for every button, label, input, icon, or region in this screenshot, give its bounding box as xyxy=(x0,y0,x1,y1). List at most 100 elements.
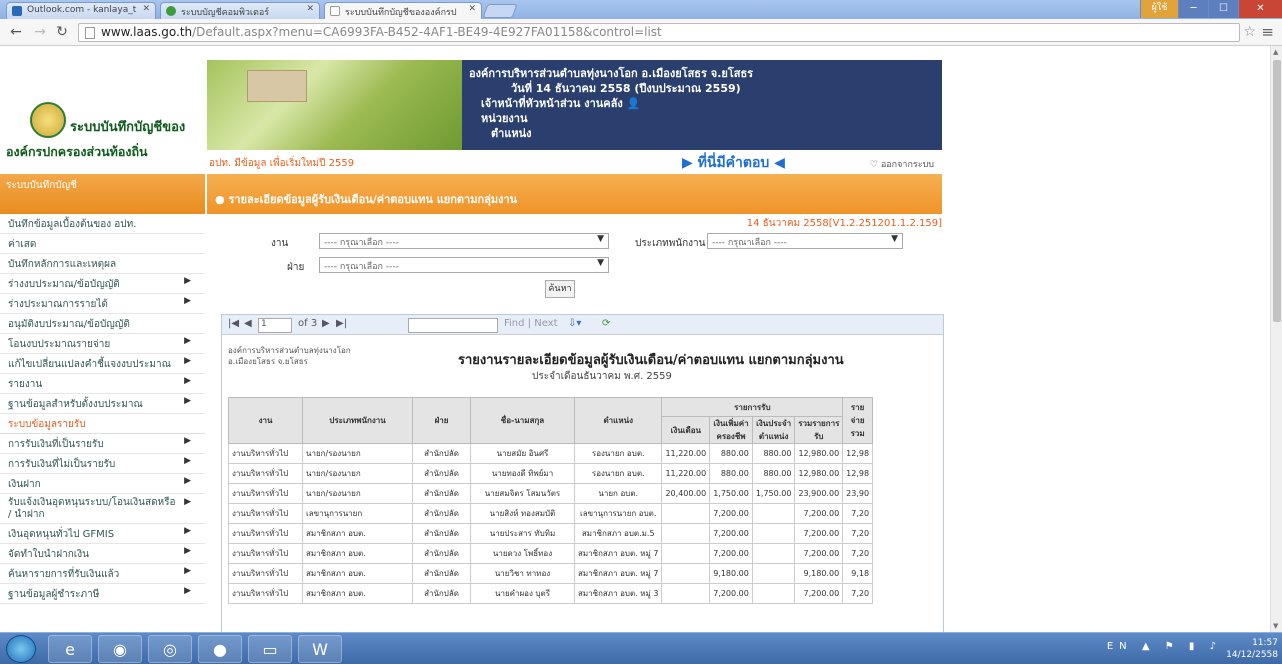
sidebar-header: ระบบบันทึกบัญชี xyxy=(0,174,205,214)
sidebar-item-label: ร่างประมาณการรายได้ xyxy=(8,299,108,310)
find-next-link[interactable]: Find | Next xyxy=(504,318,558,329)
close-tab-icon[interactable]: ✕ xyxy=(306,4,314,14)
sidebar-item[interactable]: ฐานข้อมูลผู้ชำระภาษี ▶ xyxy=(0,584,205,604)
tab-label: ระบบบัญชีคอมพิวเตอร์ xyxy=(181,8,270,18)
table-cell-type: นายก/รองนายก xyxy=(302,483,413,504)
sidebar-item[interactable]: จัดทำใบนำฝากเงิน ▶ xyxy=(0,544,205,564)
clock[interactable]: 11:57 14/12/2558 xyxy=(1226,637,1278,661)
menu-icon[interactable]: ≡ xyxy=(1261,23,1274,41)
back-arrow-icon[interactable]: ← xyxy=(6,24,26,40)
tab-active[interactable]: ระบบบันทึกบัญชีขององค์กรป ✕ xyxy=(324,2,482,19)
select-value: ---- กรุณาเลือก ---- xyxy=(324,238,399,248)
find-input[interactable] xyxy=(408,318,498,333)
firefox-icon[interactable]: ● xyxy=(198,635,242,663)
col-header: รวมรายการรับ xyxy=(794,416,844,444)
tab-outlook[interactable]: Outlook.com - kanlaya_t ✕ xyxy=(6,2,156,19)
tab-laas[interactable]: ระบบบัญชีคอมพิวเตอร์ ✕ xyxy=(160,2,320,19)
first-page-icon[interactable]: |◀ xyxy=(228,318,239,329)
sidebar-item[interactable]: บันทึกหลักการและเหตุผล xyxy=(0,254,205,274)
table-cell-c1 xyxy=(661,503,711,524)
tray-arrow-icon[interactable]: ▲ xyxy=(1142,641,1156,652)
chrome-icon[interactable]: ◎ xyxy=(148,635,192,663)
scroll-up-icon[interactable]: ▲ xyxy=(1273,48,1278,56)
table-row: งานบริหารทั่วไป เลขานุการนายก สำนักปลัด นาย… xyxy=(228,503,874,524)
export-icon[interactable]: ⇩▾ xyxy=(568,318,581,329)
refresh-icon[interactable]: ⟳ xyxy=(602,318,610,329)
web-page: ระบบบันทึกบัญชีของ องค์กรปกครองส่วนท้องถ… xyxy=(0,46,1270,632)
table-cell-c1 xyxy=(661,563,711,584)
page-scrollbar[interactable]: ▲ ▼ xyxy=(1270,46,1282,632)
url-bar[interactable]: www.laas.go.th/Default.aspx?menu=CA6993F… xyxy=(78,23,1240,42)
prev-page-icon[interactable]: ◀ xyxy=(244,318,252,329)
url-path: /Default.aspx?menu=CA6993FA-B452-4AF1-BE… xyxy=(192,25,662,39)
new-tab-button[interactable] xyxy=(482,4,518,18)
sidebar-item[interactable]: ร่างประมาณการรายได้ ▶ xyxy=(0,294,205,314)
next-page-icon[interactable]: ▶ xyxy=(322,318,330,329)
sidebar-item[interactable]: รายงาน ▶ xyxy=(0,374,205,394)
flag-icon[interactable]: ⚑ xyxy=(1165,641,1180,652)
close-tab-icon[interactable]: ✕ xyxy=(142,4,150,14)
bookmark-star-icon[interactable]: ☆ xyxy=(1243,24,1256,40)
sidebar-item-label: ร่างงบประมาณ/ข้อบัญญัติ xyxy=(8,279,120,290)
forward-arrow-icon[interactable]: → xyxy=(30,24,50,40)
ie-icon[interactable]: e xyxy=(48,635,92,663)
scroll-thumb[interactable] xyxy=(1273,60,1281,322)
report-title: รายงานรายละเอียดข้อมูลผู้รับเงินเดือน/ค่… xyxy=(458,353,844,368)
sidebar-item[interactable]: ค่าเสด xyxy=(0,234,205,254)
profile-button[interactable]: ผู้ใช้ xyxy=(1140,0,1178,18)
sidebar-item[interactable]: บันทึกข้อมูลเบื้องต้นของ อปท. xyxy=(0,214,205,234)
table-cell-job: งานบริหารทั่วไป xyxy=(228,543,303,564)
table-row: งานบริหารทั่วไป สมาชิกสภา อบต. สำนักปลัด นา… xyxy=(228,563,874,584)
maximize-button[interactable]: ☐ xyxy=(1208,0,1238,18)
page-number-input[interactable]: 1 xyxy=(258,318,292,333)
table-row: งานบริหารทั่วไป สมาชิกสภา อบต. สำนักปลัด นา… xyxy=(228,583,874,604)
windows-taskbar: e ◉ ◎ ● ▭ W EN ▲ ⚑ ▮ ♪ 11:57 14/12/2558 xyxy=(0,632,1282,664)
volume-icon[interactable]: ♪ xyxy=(1210,641,1222,652)
col-header: เงินประจำตำแหน่ง xyxy=(751,416,796,444)
media-player-icon[interactable]: ◉ xyxy=(98,635,142,663)
sidebar-item-label: ฐานข้อมูลสำหรับตั้งงบประมาณ xyxy=(8,399,143,410)
table-cell-pos: สมาชิกสภา อบต. หมู่ 3 xyxy=(573,583,663,604)
job-filter-label: งาน xyxy=(271,238,289,249)
sidebar-item[interactable]: แก้ไขเปลี่ยนแปลงคำชี้แจงงบประมาณ ▶ xyxy=(0,354,205,374)
sidebar-item[interactable]: รับแจ้งเงินอุดหนุนระบบ/โอนเงินสดหรือ / น… xyxy=(0,494,205,524)
system-tray: EN ▲ ⚑ ▮ ♪ xyxy=(1107,641,1222,652)
faq-link[interactable]: ▶ ที่นี่มีคำตอบ ◀ xyxy=(682,152,785,174)
page-icon xyxy=(85,27,95,39)
sidebar-item[interactable]: โอนงบประมาณรายจ่าย ▶ xyxy=(0,334,205,354)
sidebar-item[interactable]: เงินอุดหนุนทั่วไป GFMIS ▶ xyxy=(0,524,205,544)
sidebar-item[interactable]: ร่างงบประมาณ/ข้อบัญญัติ ▶ xyxy=(0,274,205,294)
reload-icon[interactable]: ↻ xyxy=(52,24,72,40)
table-cell-name: นายวิชา ทาทอง xyxy=(470,563,575,584)
sidebar-item-label: การรับเงินที่ไม่เป็นรายรับ xyxy=(8,459,116,470)
table-cell-type: นายก/รองนายก xyxy=(302,443,413,464)
table-cell-c4: 12,980.00 xyxy=(794,463,844,484)
sidebar-item[interactable]: ค้นหารายการที่รับเงินแล้ว ▶ xyxy=(0,564,205,584)
start-button[interactable] xyxy=(6,635,36,663)
clock-date: 14/12/2558 xyxy=(1226,650,1278,660)
site-logo[interactable]: ระบบบันทึกบัญชีของ องค์กรปกครองส่วนท้องถ… xyxy=(0,46,205,174)
sidebar-item[interactable]: ฐานข้อมูลสำหรับตั้งงบประมาณ ▶ xyxy=(0,394,205,414)
employee-type-select[interactable]: ---- กรุณาเลือก ---- ▼ xyxy=(707,233,903,249)
sidebar-item[interactable]: การรับเงินที่เป็นรายรับ ▶ xyxy=(0,434,205,454)
col-header: ตำแหน่ง xyxy=(573,397,663,444)
language-indicator[interactable]: EN xyxy=(1107,641,1133,652)
table-cell-name: นายสมจิตร โสมนวัตร xyxy=(470,483,575,504)
search-button[interactable]: ค้นหา xyxy=(545,280,575,298)
network-icon[interactable]: ▮ xyxy=(1189,641,1201,652)
notice-link[interactable]: อปท. มีข้อมูล เพื่อเริ่มใหม่ปี 2559 xyxy=(209,156,354,171)
sidebar-item[interactable]: อนุมัติงบประมาณ/ข้อบัญญัติ xyxy=(0,314,205,334)
word-icon[interactable]: W xyxy=(298,635,342,663)
close-tab-icon[interactable]: ✕ xyxy=(468,4,476,14)
scroll-down-icon[interactable]: ▼ xyxy=(1273,622,1278,630)
minimize-button[interactable]: ─ xyxy=(1178,0,1208,18)
division-select[interactable]: ---- กรุณาเลือก ---- ▼ xyxy=(319,257,609,273)
close-window-button[interactable]: ✕ xyxy=(1238,0,1282,18)
folder-icon[interactable]: ▭ xyxy=(248,635,292,663)
sidebar-item[interactable]: เงินฝาก ▶ xyxy=(0,474,205,494)
last-page-icon[interactable]: ▶| xyxy=(336,318,347,329)
sidebar-item[interactable]: การรับเงินที่ไม่เป็นรายรับ ▶ xyxy=(0,454,205,474)
job-select[interactable]: ---- กรุณาเลือก ---- ▼ xyxy=(319,233,609,249)
logo-line-2: องค์กรปกครองส่วนท้องถิ่น xyxy=(6,144,148,159)
logout-link[interactable]: ♡ ออกจากระบบ xyxy=(870,157,934,171)
